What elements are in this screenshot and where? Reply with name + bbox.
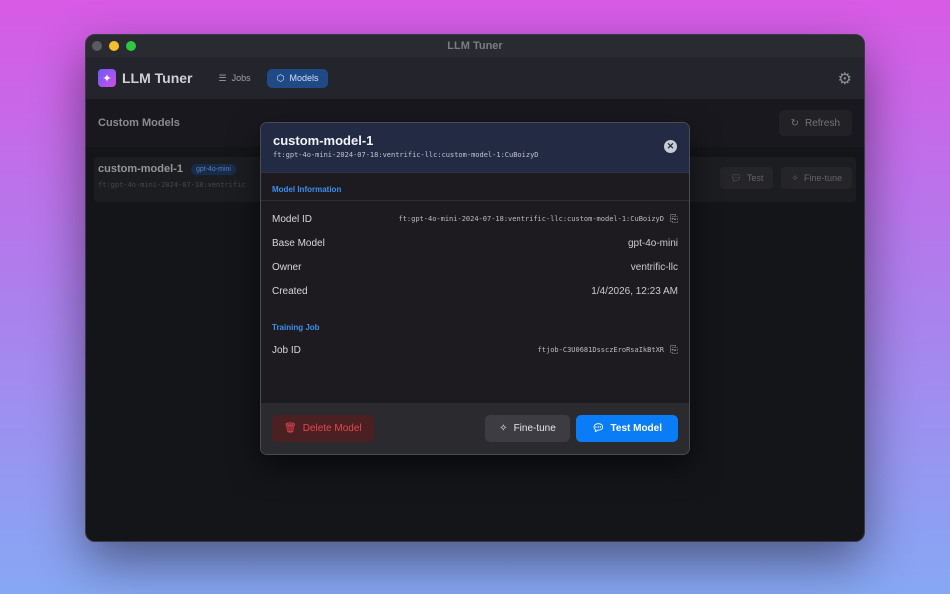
modal-title: custom-model-1 <box>273 133 374 148</box>
model-details-modal: custom-model-1 ft:gpt-4o-mini-2024-07-18… <box>260 122 690 455</box>
info-label: Created <box>272 285 308 297</box>
modal-header: custom-model-1 ft:gpt-4o-mini-2024-07-18… <box>261 123 689 173</box>
tab-models[interactable]: ⬡ Models <box>266 68 329 88</box>
app-toolbar: ✦ LLM Tuner ☰ Jobs ⬡ Models <box>86 57 864 99</box>
info-label: Owner <box>272 261 302 273</box>
list-icon: ☰ <box>218 72 227 83</box>
delete-model-button[interactable]: 🗑︎ Delete Model <box>272 415 374 442</box>
tab-jobs-label: Jobs <box>231 73 251 83</box>
info-row-owner: Owner ventrific-llc <box>261 255 689 279</box>
settings-gear-icon[interactable]: ⚙ <box>838 69 852 89</box>
minimize-window-button[interactable] <box>109 41 119 51</box>
info-label: Model ID <box>272 213 313 225</box>
copy-icon[interactable]: ⎘ <box>670 345 678 356</box>
section-title-model-info: Model Information <box>272 185 342 194</box>
window-controls <box>92 41 136 51</box>
tab-models-label: Models <box>289 73 319 83</box>
sparkle-icon: ✧ <box>499 423 508 434</box>
cube-icon: ⬡ <box>276 72 285 83</box>
titlebar: LLM Tuner <box>86 35 864 57</box>
job-id-value: ftjob-C3U0681DssczEroRsaIkBtXR <box>537 346 664 354</box>
nav-tabs: ☰ Jobs ⬡ Models <box>209 68 329 88</box>
copy-icon[interactable]: ⎘ <box>670 214 678 225</box>
delete-label: Delete Model <box>302 423 362 434</box>
created-value: 1/4/2026, 12:23 AM <box>591 285 678 297</box>
info-row-created: Created 1/4/2026, 12:23 AM <box>261 279 689 303</box>
info-row-job-id: Job ID ftjob-C3U0681DssczEroRsaIkBtXR ⎘ <box>261 338 689 362</box>
info-row-model-id: Model ID ft:gpt-4o-mini-2024-07-18:ventr… <box>261 207 689 231</box>
finetune-button[interactable]: ✧ Fine-tune <box>485 415 570 442</box>
info-label: Job ID <box>272 344 301 356</box>
base-model-value: gpt-4o-mini <box>627 237 678 249</box>
app-logo-icon: ✦ <box>98 69 116 87</box>
modal-subtitle: ft:gpt-4o-mini-2024-07-18:ventrific-llc:… <box>273 151 539 159</box>
finetune-label: Fine-tune <box>513 423 556 434</box>
info-label: Base Model <box>272 237 325 249</box>
zoom-window-button[interactable] <box>126 41 136 51</box>
owner-value: ventrific-llc <box>630 261 678 273</box>
trash-icon: 🗑︎ <box>284 423 297 434</box>
test-model-button[interactable]: 💬︎ Test Model <box>575 415 678 442</box>
close-icon[interactable]: ✕ <box>664 140 677 153</box>
tab-jobs[interactable]: ☰ Jobs <box>209 69 261 88</box>
section-title-training-job: Training Job <box>272 323 320 332</box>
chat-bubble-icon: 💬︎ <box>591 423 605 434</box>
info-row-base-model: Base Model gpt-4o-mini <box>261 231 689 255</box>
window-title: LLM Tuner <box>447 40 503 52</box>
close-window-button[interactable] <box>92 41 102 51</box>
model-id-value: ft:gpt-4o-mini-2024-07-18:ventrific-llc:… <box>398 215 664 223</box>
divider <box>261 200 689 201</box>
test-model-label: Test Model <box>610 423 662 434</box>
app-name: LLM Tuner <box>122 70 193 86</box>
modal-footer: 🗑︎ Delete Model ✧ Fine-tune 💬︎ Test Mode… <box>261 403 689 454</box>
